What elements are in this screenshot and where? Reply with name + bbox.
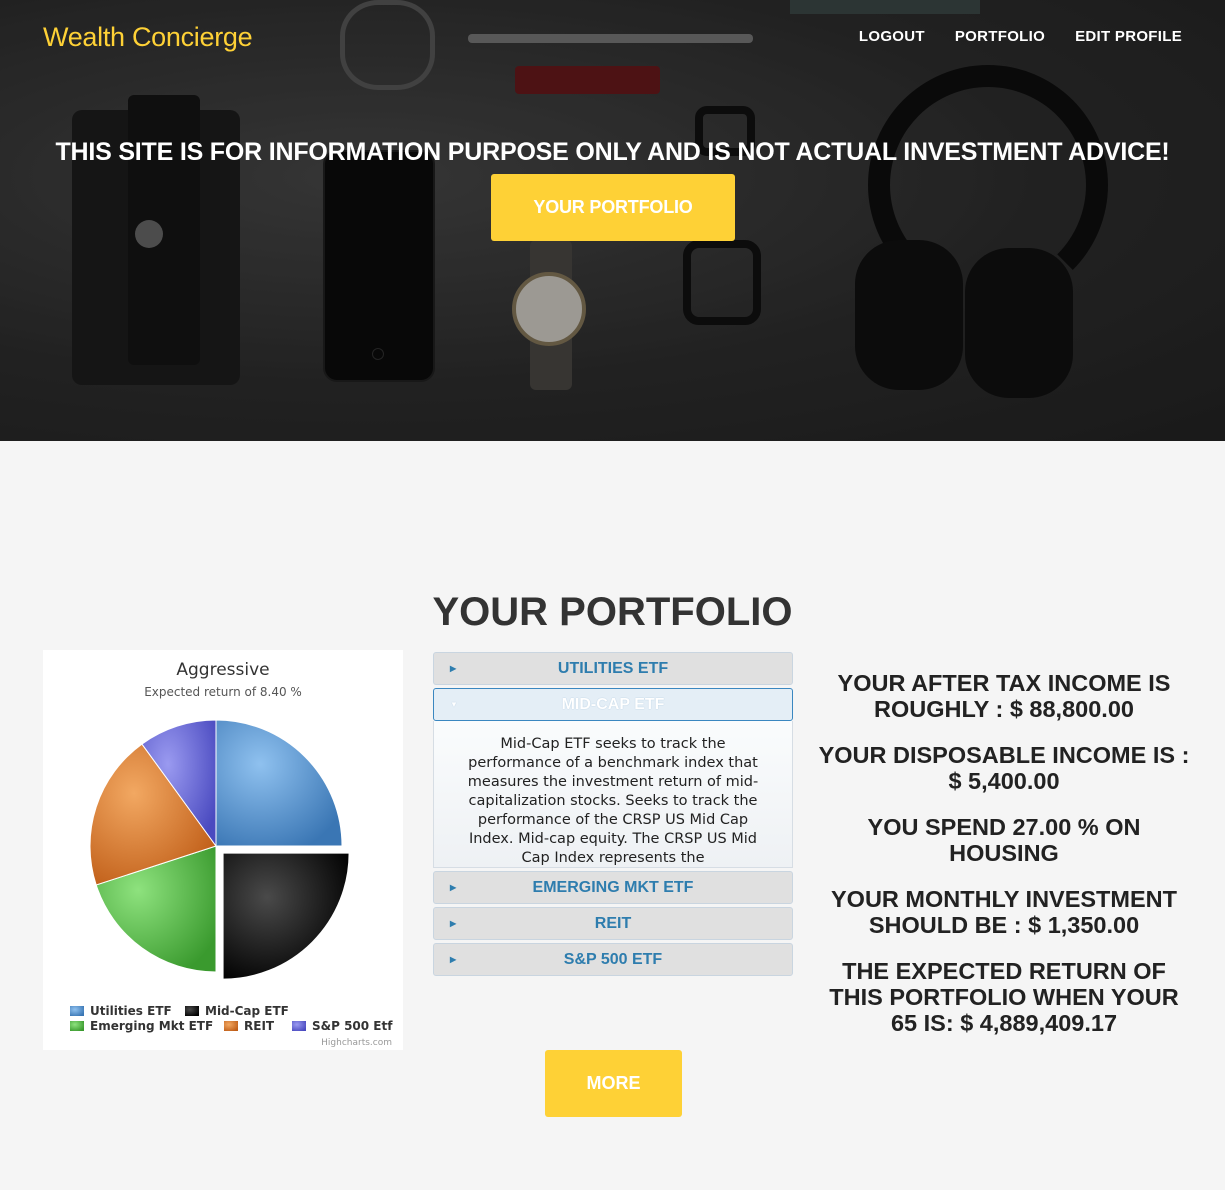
pie-chart-svg: Aggressive Expected return of 8.40 % Uti…: [70, 660, 393, 1048]
accordion-label: REIT: [594, 915, 632, 932]
legend-item[interactable]: Utilities ETF: [90, 1004, 172, 1018]
legend-item[interactable]: Emerging Mkt ETF: [90, 1019, 213, 1033]
legend-swatch: [70, 1006, 84, 1016]
caret-right-icon: ▶: [450, 664, 457, 673]
legend-item[interactable]: Mid-Cap ETF: [205, 1004, 289, 1018]
caret-right-icon: ▶: [450, 919, 457, 928]
pie-slice[interactable]: [222, 852, 350, 980]
section-title: YOUR PORTFOLIO: [432, 590, 793, 634]
stat-expected-return: THE EXPECTED RETURN OF THIS PORTFOLIO WH…: [829, 958, 1179, 1036]
portfolio-pie-chart: Aggressive Expected return of 8.40 % Uti…: [43, 650, 403, 1050]
pie-slice[interactable]: [215, 719, 343, 847]
pie-slices: [89, 719, 350, 980]
accordion-label: S&P 500 ETF: [563, 951, 663, 968]
nav-logout[interactable]: LOGOUT: [859, 28, 925, 45]
your-portfolio-button[interactable]: YOUR PORTFOLIO: [491, 174, 735, 241]
etf-accordion: ▶ UTILITIES ETF ▼ MID-CAP ETF Mid-Cap ETF se…: [433, 652, 793, 979]
disclaimer-heading: THIS SITE IS FOR INFORMATION PURPOSE ONL…: [55, 138, 1170, 166]
accordion-label: MID-CAP ETF: [561, 696, 665, 713]
legend-swatch: [224, 1021, 238, 1031]
legend-swatch: [70, 1021, 84, 1031]
brand-logo[interactable]: Wealth Concierge: [43, 22, 253, 53]
top-nav: LOGOUT PORTFOLIO EDIT PROFILE: [859, 28, 1182, 45]
portfolio-stats: YOUR AFTER TAX INCOME IS ROUGHLY : $ 88,…: [818, 670, 1190, 1056]
accordion-item: ▶ EMERGING MKT ETF: [433, 871, 793, 904]
legend-item[interactable]: S&P 500 Etf: [312, 1019, 393, 1033]
chart-legend: Utilities ETF Mid-Cap ETFEmerging Mkt ETF…: [70, 1004, 393, 1033]
legend-swatch: [185, 1006, 199, 1016]
accordion-body: Mid-Cap ETF seeks to track the performan…: [433, 721, 793, 868]
accordion-item: ▼ MID-CAP ETF Mid-Cap ETF seeks to track t…: [433, 688, 793, 868]
stat-after-tax-income: YOUR AFTER TAX INCOME IS ROUGHLY : $ 88,…: [837, 670, 1171, 722]
caret-down-icon: ▼: [450, 700, 458, 709]
accordion-item: ▶ S&P 500 ETF: [433, 943, 793, 976]
accordion-header[interactable]: ▶ EMERGING MKT ETF: [433, 871, 793, 904]
chart-credit[interactable]: Highcharts.com: [321, 1038, 392, 1048]
accordion-label: EMERGING MKT ETF: [532, 879, 694, 896]
nav-edit-profile[interactable]: EDIT PROFILE: [1075, 28, 1182, 45]
stat-disposable-income: YOUR DISPOSABLE INCOME IS : $ 5,400.00: [818, 742, 1190, 794]
legend-swatch: [292, 1021, 306, 1031]
accordion-header[interactable]: ▶ UTILITIES ETF: [433, 652, 793, 685]
accordion-header[interactable]: ▶ REIT: [433, 907, 793, 940]
accordion-header[interactable]: ▼ MID-CAP ETF: [433, 688, 793, 721]
nav-portfolio[interactable]: PORTFOLIO: [955, 28, 1045, 45]
caret-right-icon: ▶: [450, 883, 457, 892]
accordion-item: ▶ UTILITIES ETF: [433, 652, 793, 685]
stat-housing-percent: YOU SPEND 27.00 % ON HOUSING: [867, 814, 1141, 866]
chart-title: Aggressive: [176, 660, 269, 680]
accordion-item: ▶ REIT: [433, 907, 793, 940]
accordion-header[interactable]: ▶ S&P 500 ETF: [433, 943, 793, 976]
caret-right-icon: ▶: [450, 955, 457, 964]
chart-subtitle: Expected return of 8.40 %: [144, 685, 302, 699]
stat-monthly-investment: YOUR MONTHLY INVESTMENT SHOULD BE : $ 1,…: [830, 886, 1177, 938]
more-button[interactable]: MORE: [545, 1050, 682, 1117]
legend-item[interactable]: REIT: [244, 1019, 275, 1033]
accordion-label: UTILITIES ETF: [557, 660, 669, 677]
